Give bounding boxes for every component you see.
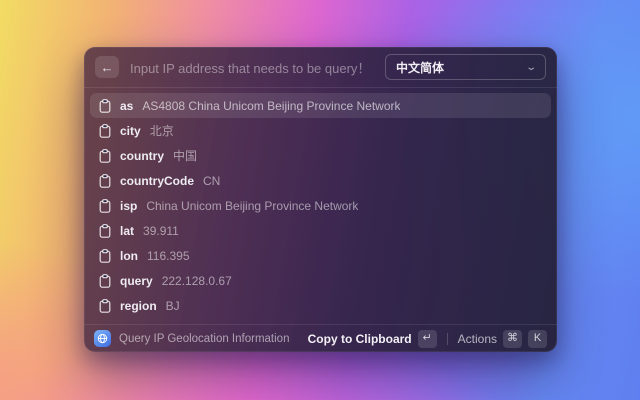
globe-icon [97, 333, 108, 344]
raycast-window: ← Input IP address that needs to be quer… [84, 47, 557, 352]
footer-actions: Copy to Clipboard ↵ Actions ⌘ K [308, 330, 547, 348]
result-key: region [120, 299, 157, 313]
chevron-down-icon: ⌄ [525, 62, 537, 73]
result-value: BJ [166, 299, 180, 313]
list-item[interactable]: city 北京 [90, 118, 551, 143]
result-value: 116.395 [147, 249, 190, 263]
clipboard-icon [99, 174, 111, 188]
clipboard-icon [99, 124, 111, 138]
list-item[interactable]: as AS4808 China Unicom Beijing Province … [90, 93, 551, 118]
result-key: countryCode [120, 174, 194, 188]
search-header: ← Input IP address that needs to be quer… [84, 47, 557, 87]
back-arrow-icon: ← [101, 61, 114, 74]
result-value: 222.128.0.67 [162, 274, 232, 288]
cmd-key-icon[interactable]: ⌘ [503, 330, 522, 348]
footer-divider [447, 333, 448, 345]
result-value: China Unicom Beijing Province Network [146, 199, 358, 213]
result-key: country [120, 149, 164, 163]
result-value: CN [203, 174, 220, 188]
result-key: isp [120, 199, 137, 213]
list-item[interactable]: country 中国 [90, 143, 551, 168]
enter-key-icon[interactable]: ↵ [418, 330, 437, 348]
result-key: lat [120, 224, 134, 238]
search-input[interactable]: Input IP address that needs to be query！… [130, 58, 374, 77]
clipboard-icon [99, 224, 111, 238]
clipboard-icon [99, 199, 111, 213]
result-value: AS4808 China Unicom Beijing Province Net… [142, 99, 400, 113]
clipboard-icon [99, 249, 111, 263]
result-value: 中国 [173, 147, 197, 164]
clipboard-icon [99, 149, 111, 163]
copy-to-clipboard-button[interactable]: Copy to Clipboard [308, 332, 412, 346]
back-button[interactable]: ← [95, 56, 119, 78]
list-item[interactable]: lat 39.911 [90, 218, 551, 243]
clipboard-icon [99, 99, 111, 113]
clipboard-icon [99, 299, 111, 313]
list-item[interactable]: query 222.128.0.67 [90, 268, 551, 293]
footer-bar: Query IP Geolocation Information Copy to… [84, 324, 557, 352]
result-key: as [120, 99, 133, 113]
clipboard-icon [99, 274, 111, 288]
k-key-icon[interactable]: K [528, 330, 547, 348]
list-item[interactable]: region BJ [90, 293, 551, 318]
extension-name: Query IP Geolocation Information [119, 333, 300, 345]
language-dropdown-value: 中文简体 [396, 59, 444, 76]
result-value: 39.911 [143, 224, 179, 238]
language-dropdown[interactable]: 中文简体 ⌄ [385, 54, 546, 80]
result-list: as AS4808 China Unicom Beijing Province … [84, 88, 557, 324]
result-key: lon [120, 249, 138, 263]
result-key: city [120, 124, 141, 138]
list-item[interactable]: isp China Unicom Beijing Province Networ… [90, 193, 551, 218]
list-item[interactable]: lon 116.395 [90, 243, 551, 268]
actions-button[interactable]: Actions [458, 332, 497, 346]
list-item[interactable]: countryCode CN [90, 168, 551, 193]
result-key: query [120, 274, 153, 288]
result-value: 北京 [150, 122, 174, 139]
extension-icon [94, 330, 111, 347]
